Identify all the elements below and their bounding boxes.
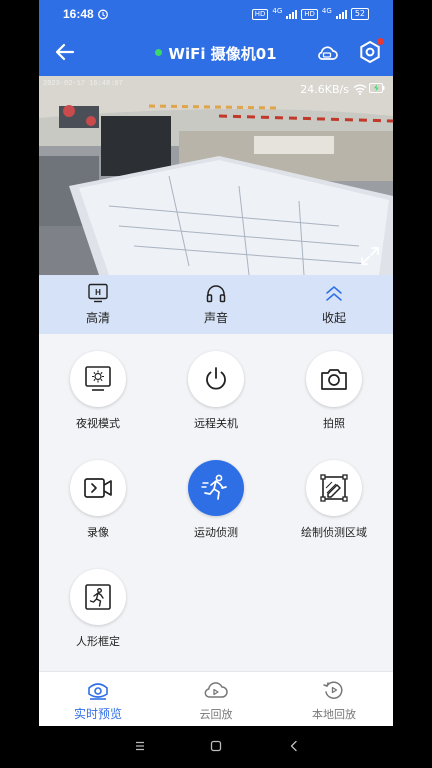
- quick-label-hd: 高清: [85, 311, 110, 325]
- signal-icon: [286, 9, 298, 19]
- tab-label-cloud-playback: 云回放: [199, 708, 233, 721]
- night-vision-button[interactable]: 夜视模式: [39, 351, 157, 431]
- quick-action-bar: H 高清 声音 收起: [39, 275, 393, 334]
- night-vision-icon: [85, 366, 111, 391]
- recent-apps-icon[interactable]: [133, 739, 147, 753]
- tab-cloud-playback[interactable]: 云回放: [157, 672, 275, 727]
- collapse-button[interactable]: 收起: [275, 275, 393, 334]
- tab-label-local-playback: 本地回放: [312, 708, 356, 721]
- tab-live-preview[interactable]: 实时预览: [39, 672, 157, 727]
- quick-label-collapse: 收起: [321, 311, 346, 325]
- person-frame-circle: [70, 569, 126, 625]
- person-frame-icon: [85, 584, 111, 610]
- draw-area-icon: [320, 474, 348, 502]
- bottom-tab-bar: 实时预览 云回放 本地回放: [39, 671, 393, 727]
- phone-screen: 16:48 HD 4G HD 4G 52 WiFi 摄像机01 2023-02-…: [39, 0, 393, 768]
- page-title: WiFi 摄像机01: [168, 45, 277, 63]
- tab-local-playback[interactable]: 本地回放: [275, 672, 393, 727]
- camera-scene-image: [39, 76, 393, 275]
- cloud-storage-icon[interactable]: [315, 41, 339, 65]
- video-record-icon: [84, 478, 112, 498]
- status-indicators: HD 4G HD 4G 52: [251, 7, 369, 20]
- draw-detection-area-button[interactable]: 绘制侦测区域: [275, 460, 393, 540]
- network-label: 4G: [272, 7, 283, 15]
- remote-shutdown-circle: [188, 351, 244, 407]
- app-bar: WiFi 摄像机01: [39, 30, 393, 76]
- record-video-label: 录像: [87, 526, 109, 539]
- night-vision-label: 夜视模式: [76, 417, 120, 430]
- video-timestamp: 2023-02-17 16:48:07: [43, 80, 123, 88]
- camera-icon: [321, 369, 347, 390]
- double-chevron-up-icon: [326, 286, 342, 301]
- hd-badge: HD: [251, 8, 269, 20]
- signal-icon-2: [335, 9, 347, 19]
- hd-badge-2: HD: [301, 8, 318, 20]
- fullscreen-icon[interactable]: [359, 245, 381, 267]
- nav-back-icon[interactable]: [287, 739, 301, 753]
- take-photo-circle: [306, 351, 362, 407]
- status-bar: 16:48 HD 4G HD 4G 52: [39, 0, 393, 30]
- remote-shutdown-button[interactable]: 远程关机: [157, 351, 275, 431]
- online-status-dot: [155, 49, 163, 56]
- motion-detection-button[interactable]: 运动侦测: [157, 460, 275, 540]
- page-title-wrap: WiFi 摄像机01: [39, 43, 393, 64]
- alarm-icon: [98, 9, 108, 20]
- live-video-feed[interactable]: 2023-02-17 16:48:07 24.6KB/s: [39, 76, 393, 275]
- function-grid: 夜视模式 远程关机 拍照 录像 运动侦测 绘制侦测区域 人形框定: [39, 334, 393, 671]
- home-icon[interactable]: [209, 739, 223, 753]
- sound-button[interactable]: 声音: [157, 275, 275, 334]
- quick-label-sound: 声音: [203, 311, 228, 325]
- cloud-playback-icon: [204, 682, 228, 698]
- notification-dot: [377, 38, 384, 45]
- quality-hd-button[interactable]: H 高清: [39, 275, 157, 334]
- motion-detection-label: 运动侦测: [194, 526, 238, 539]
- night-vision-circle: [70, 351, 126, 407]
- svg-text:H: H: [95, 288, 101, 297]
- power-icon: [206, 367, 226, 390]
- wifi-signal-icon: [353, 84, 367, 95]
- motion-detection-circle: [188, 460, 244, 516]
- remote-shutdown-label: 远程关机: [194, 417, 238, 430]
- record-video-circle: [70, 460, 126, 516]
- take-photo-button[interactable]: 拍照: [275, 351, 393, 431]
- live-eye-icon: [88, 683, 108, 700]
- system-nav-bar: [39, 726, 393, 768]
- settings-button[interactable]: [357, 38, 384, 65]
- tab-label-live-preview: 实时预览: [73, 707, 122, 721]
- running-person-icon: [201, 474, 227, 500]
- network-label-2: 4G: [321, 7, 332, 15]
- record-video-button[interactable]: 录像: [39, 460, 157, 540]
- charging-battery-icon: [369, 83, 385, 93]
- draw-detection-area-label: 绘制侦测区域: [301, 526, 367, 539]
- take-photo-label: 拍照: [323, 417, 345, 430]
- person-frame-button[interactable]: 人形框定: [39, 569, 157, 649]
- status-time: 16:48: [63, 7, 94, 21]
- local-playback-icon: [323, 681, 343, 699]
- draw-detection-area-circle: [306, 460, 362, 516]
- battery-level: 52: [350, 8, 369, 20]
- hd-icon: H: [88, 283, 108, 303]
- headphones-icon: [206, 285, 226, 303]
- stream-speed: 24.6KB/s: [300, 83, 349, 96]
- person-frame-label: 人形框定: [76, 635, 120, 648]
